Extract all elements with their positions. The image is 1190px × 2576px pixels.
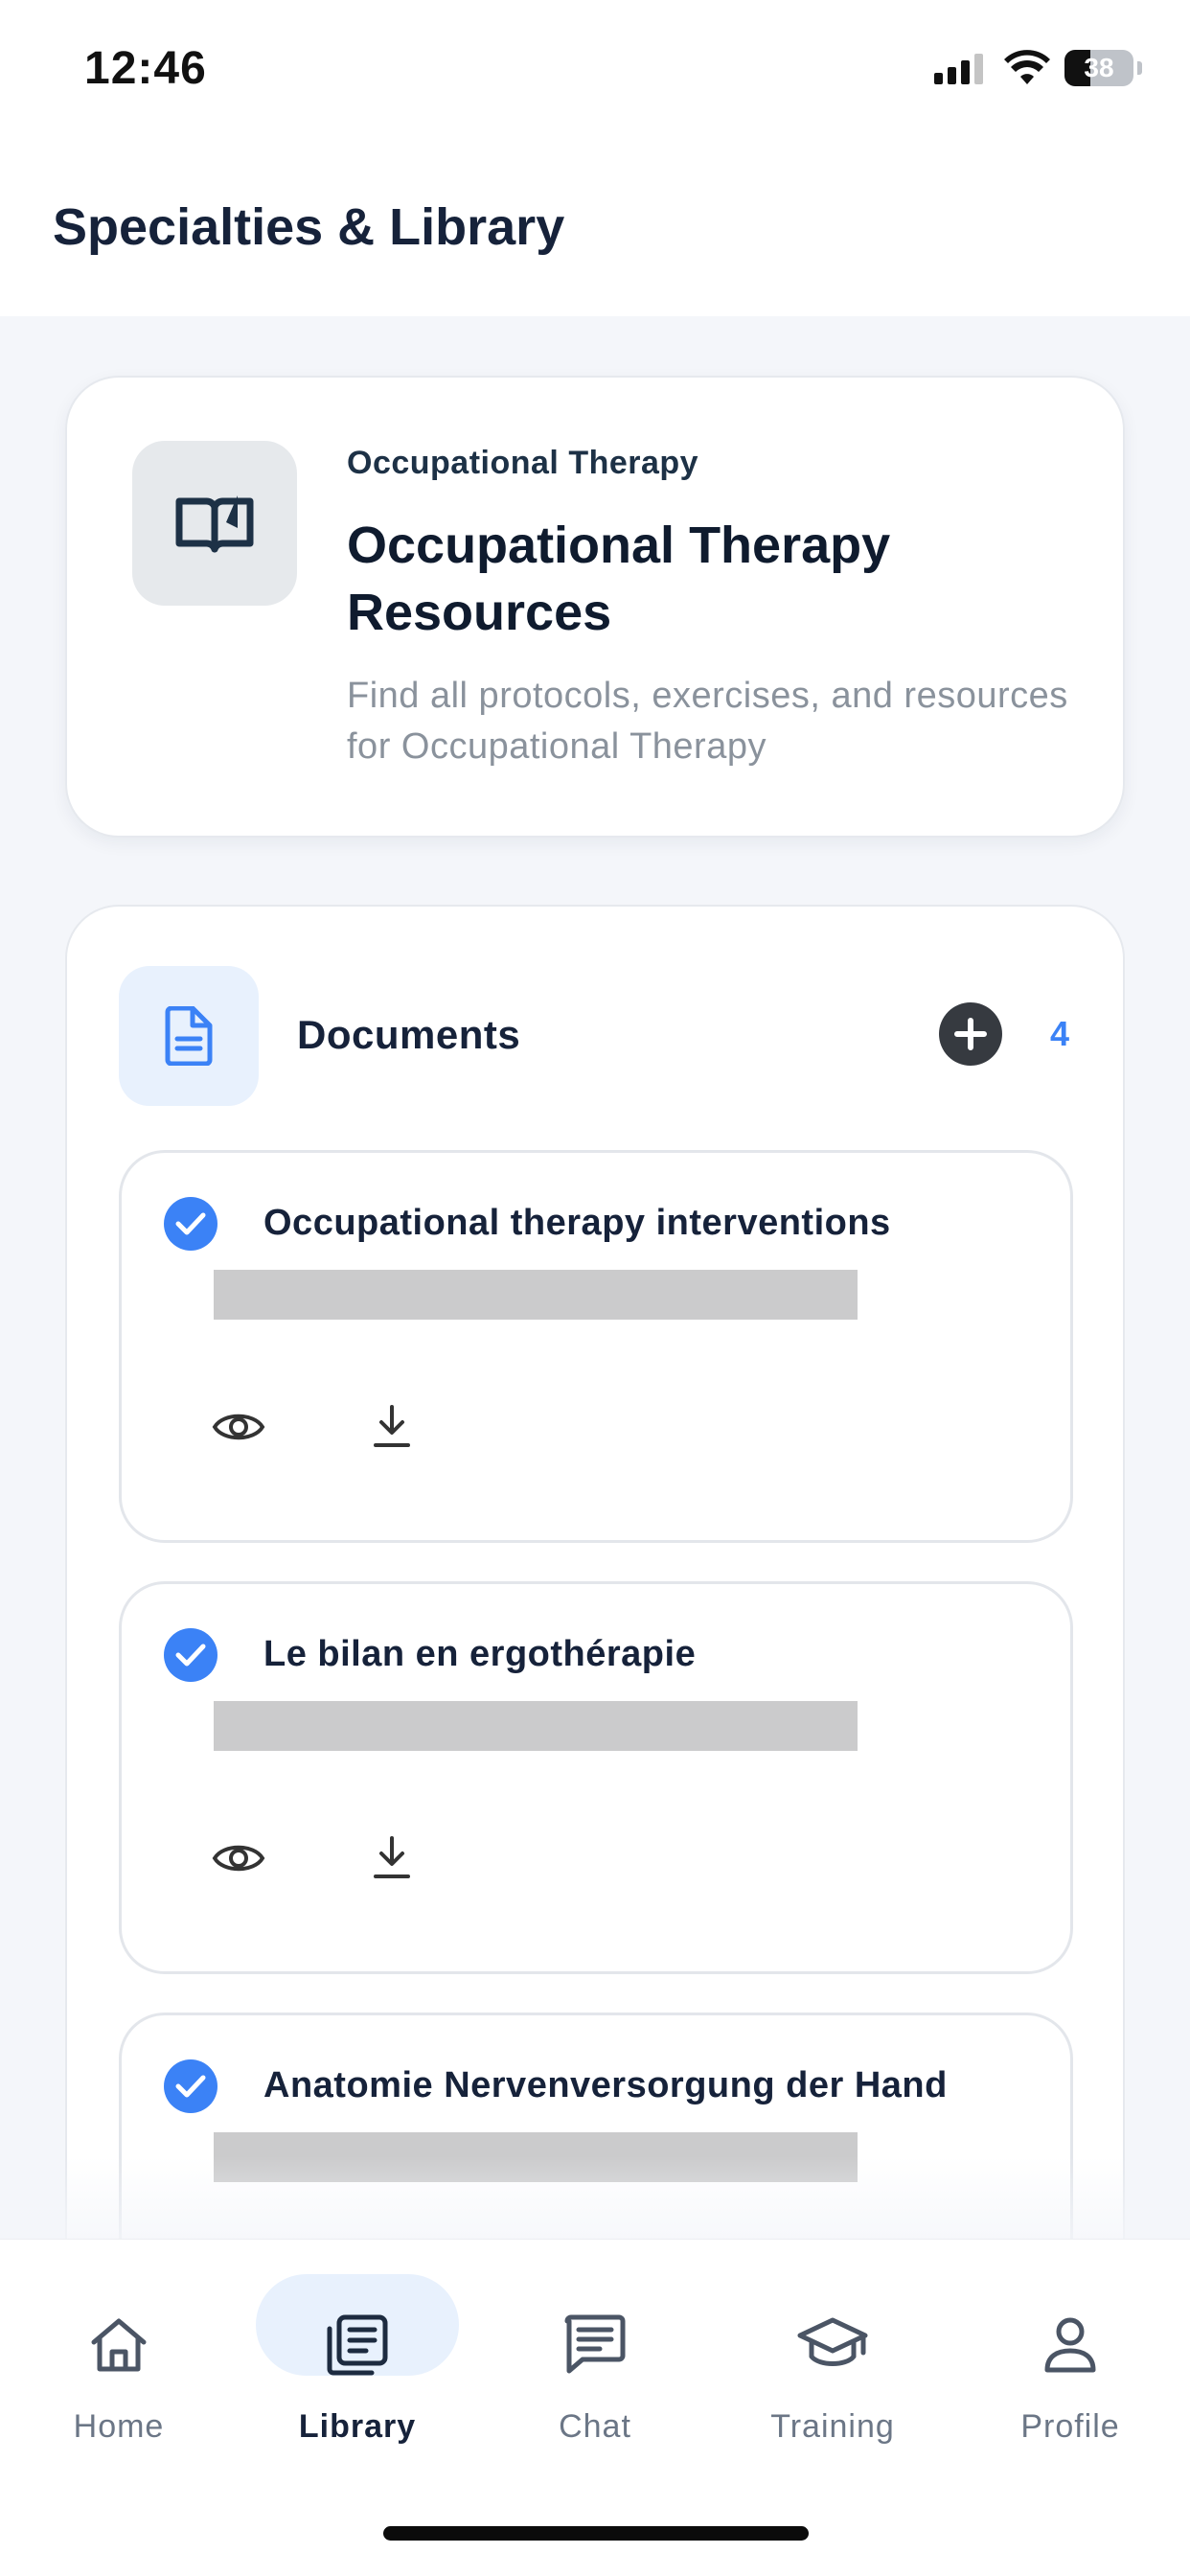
status-bar: 12:46 38 — [0, 0, 1190, 144]
eye-icon — [212, 1414, 265, 1440]
document-title: Le bilan en ergothérapie — [263, 1634, 697, 1674]
view-document-button[interactable] — [208, 1396, 269, 1458]
nav-home[interactable]: Home — [13, 2274, 224, 2447]
specialty-hero-card: Occupational Therapy Occupational Therap… — [65, 376, 1125, 838]
battery-icon: 38 — [1064, 50, 1133, 86]
app-header: Specialties & Library — [0, 144, 1190, 316]
nav-label: Profile — [1020, 2408, 1120, 2445]
download-icon — [374, 1405, 410, 1447]
redacted-text-block — [214, 1270, 858, 1320]
specialty-description: Find all protocols, exercises, and resou… — [347, 676, 1068, 767]
nav-label: Library — [298, 2408, 417, 2445]
download-icon — [374, 1836, 410, 1878]
checkmark-icon[interactable] — [164, 1197, 217, 1251]
document-icon — [165, 1006, 213, 1066]
nav-profile[interactable]: Profile — [965, 2274, 1176, 2447]
chat-icon — [557, 2307, 633, 2383]
checkmark-icon[interactable] — [164, 2059, 217, 2113]
document-title: Occupational therapy interventions — [263, 1203, 891, 1243]
checkmark-icon[interactable] — [164, 1628, 217, 1682]
nav-label: Home — [73, 2408, 165, 2445]
scroll-fade — [0, 2156, 1190, 2242]
nav-training[interactable]: Training — [727, 2274, 938, 2447]
status-time: 12:46 — [84, 43, 207, 94]
home-icon — [80, 2307, 157, 2383]
add-document-button[interactable] — [939, 1002, 1002, 1066]
download-document-button[interactable] — [361, 1828, 423, 1889]
hero-icon-box — [132, 441, 297, 606]
document-actions — [208, 1396, 423, 1458]
nav-chat[interactable]: Chat — [490, 2274, 700, 2447]
status-icons: 38 — [934, 50, 1142, 86]
eye-icon — [212, 1845, 265, 1872]
redacted-text-block — [214, 1701, 858, 1751]
plus-icon — [954, 1018, 987, 1050]
download-document-button[interactable] — [361, 1396, 423, 1458]
nav-label: Chat — [559, 2408, 631, 2445]
nav-label: Training — [770, 2408, 895, 2445]
page-title: Specialties & Library — [53, 198, 565, 256]
profile-icon — [1032, 2307, 1109, 2383]
documents-title: Documents — [297, 1012, 521, 1057]
nav-library[interactable]: Library — [252, 2274, 463, 2447]
document-actions — [208, 1828, 423, 1889]
specialty-eyebrow: Occupational Therapy — [347, 445, 699, 481]
documents-icon-box — [119, 966, 259, 1106]
view-document-button[interactable] — [208, 1828, 269, 1889]
battery-tip — [1137, 61, 1142, 75]
battery-level: 38 — [1084, 53, 1114, 82]
documents-count: 4 — [1050, 1014, 1070, 1053]
cellular-signal-icon — [934, 54, 983, 84]
wifi-icon — [1004, 50, 1050, 84]
document-item[interactable]: Le bilan en ergothérapie — [119, 1581, 1073, 1974]
graduation-cap-icon — [794, 2307, 871, 2383]
home-indicator[interactable] — [383, 2526, 809, 2541]
document-item[interactable]: Occupational therapy interventions — [119, 1150, 1073, 1543]
specialty-title: Occupational Therapy Resources — [347, 517, 891, 641]
library-icon — [319, 2307, 396, 2383]
document-title: Anatomie Nervenversorgung der Hand — [263, 2065, 948, 2105]
open-book-icon — [175, 495, 254, 553]
